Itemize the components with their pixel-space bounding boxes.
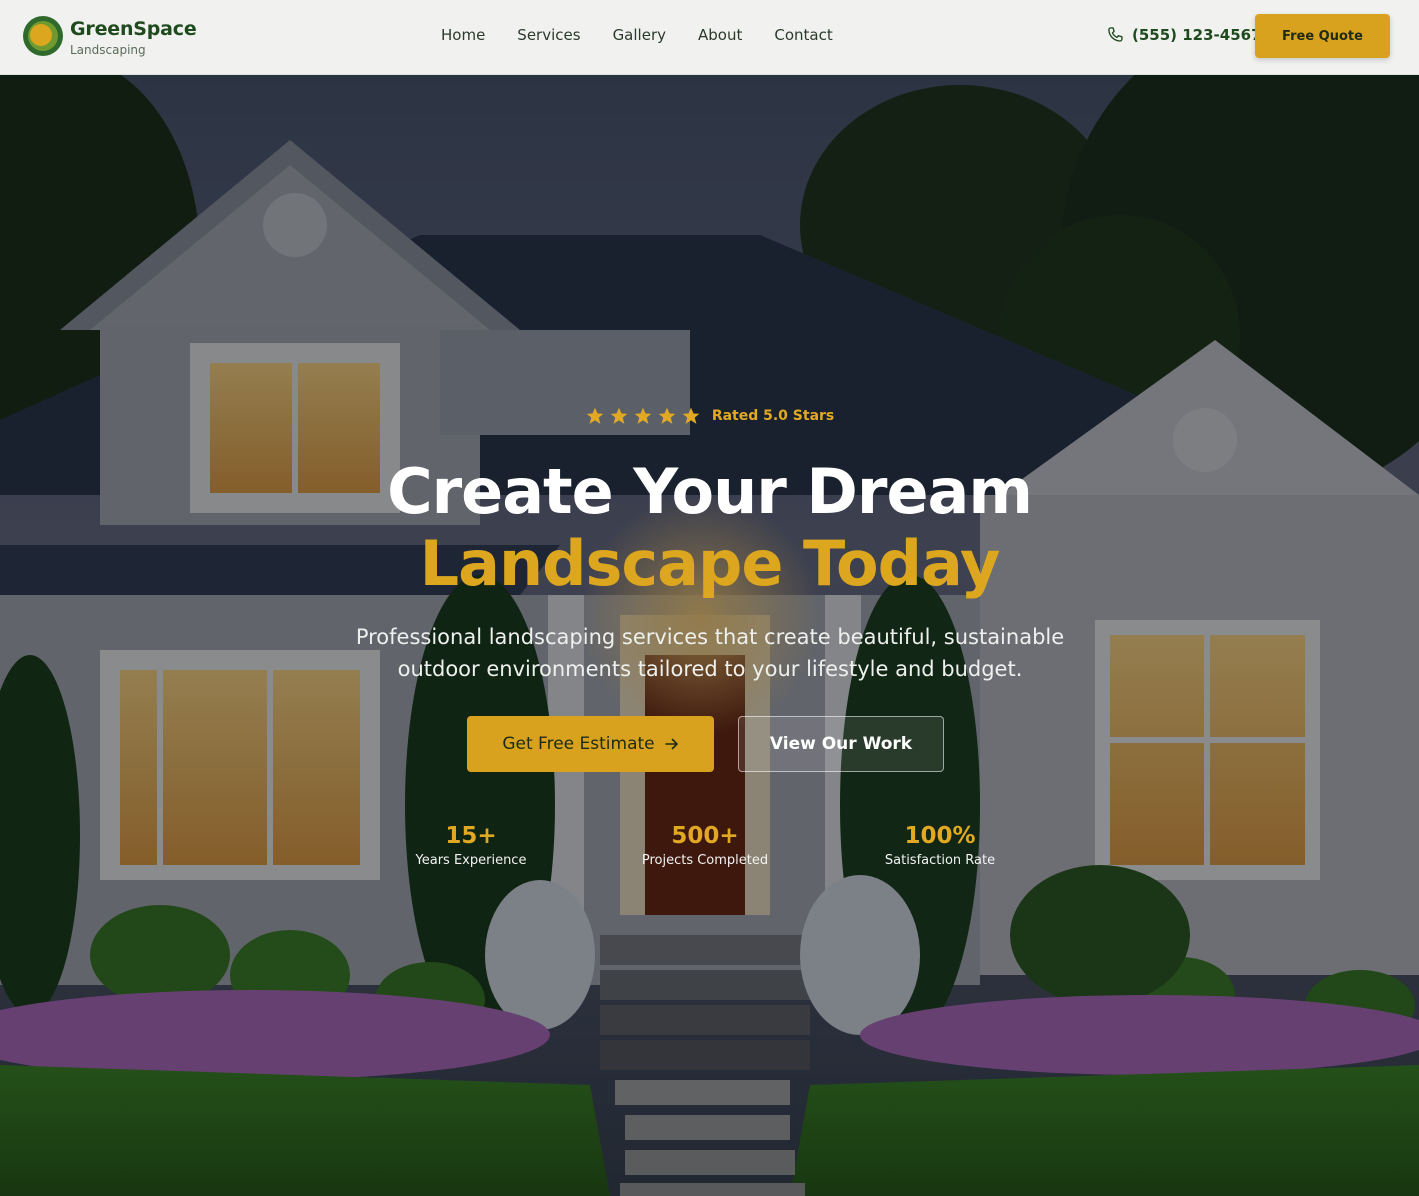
rating-badge: Rated 5.0 Stars	[0, 405, 1419, 426]
hero-section: Rated 5.0 Stars Create Your Dream Landsc…	[0, 75, 1419, 1196]
stat-value: 15+	[445, 823, 497, 849]
star-icon	[586, 407, 604, 424]
logo-icon[interactable]	[22, 15, 64, 57]
star-icon	[634, 407, 652, 424]
site-header: GreenSpace Landscaping Home Services Gal…	[0, 0, 1419, 75]
hero-subtitle-line1: Professional landscaping services that c…	[355, 625, 1065, 649]
view-our-work-button[interactable]: View Our Work	[738, 716, 944, 772]
main-nav: Home Services Gallery About Contact	[441, 26, 865, 44]
brand-name[interactable]: GreenSpace	[70, 18, 197, 40]
star-icon	[610, 407, 628, 424]
get-free-estimate-button[interactable]: Get Free Estimate	[467, 716, 714, 772]
nav-home[interactable]: Home	[441, 26, 485, 44]
stat-label: Projects Completed	[641, 853, 769, 868]
nav-about[interactable]: About	[698, 26, 742, 44]
hero-title-line2: Landscape Today	[419, 527, 1001, 600]
nav-gallery[interactable]: Gallery	[613, 26, 666, 44]
phone-icon	[1108, 27, 1123, 42]
star-icon	[682, 407, 700, 424]
stat-value: 100%	[904, 823, 976, 849]
free-quote-button[interactable]: Free Quote	[1255, 14, 1390, 58]
phone-link[interactable]: (555) 123-4567	[1106, 26, 1262, 44]
stat-years: 15+ Years Experience	[371, 823, 571, 868]
stat-label: Years Experience	[415, 853, 527, 868]
hero-subtitle: Professional landscaping services that c…	[330, 621, 1090, 685]
get-free-estimate-label: Get Free Estimate	[502, 734, 655, 754]
rating-text: Rated 5.0 Stars	[711, 407, 835, 424]
stat-satisfaction: 100% Satisfaction Rate	[840, 823, 1040, 868]
hero-title-line1: Create Your Dream	[387, 455, 1033, 528]
nav-services[interactable]: Services	[517, 26, 580, 44]
star-icon	[658, 407, 676, 424]
stat-label: Satisfaction Rate	[884, 853, 996, 868]
stat-projects: 500+ Projects Completed	[605, 823, 805, 868]
stat-value: 500+	[671, 823, 739, 849]
phone-number: (555) 123-4567	[1132, 26, 1262, 44]
nav-contact[interactable]: Contact	[774, 26, 832, 44]
brand-tagline: Landscaping	[70, 43, 146, 57]
hero-subtitle-line2: outdoor environments tailored to your li…	[397, 657, 1023, 681]
arrow-right-icon	[664, 738, 678, 750]
